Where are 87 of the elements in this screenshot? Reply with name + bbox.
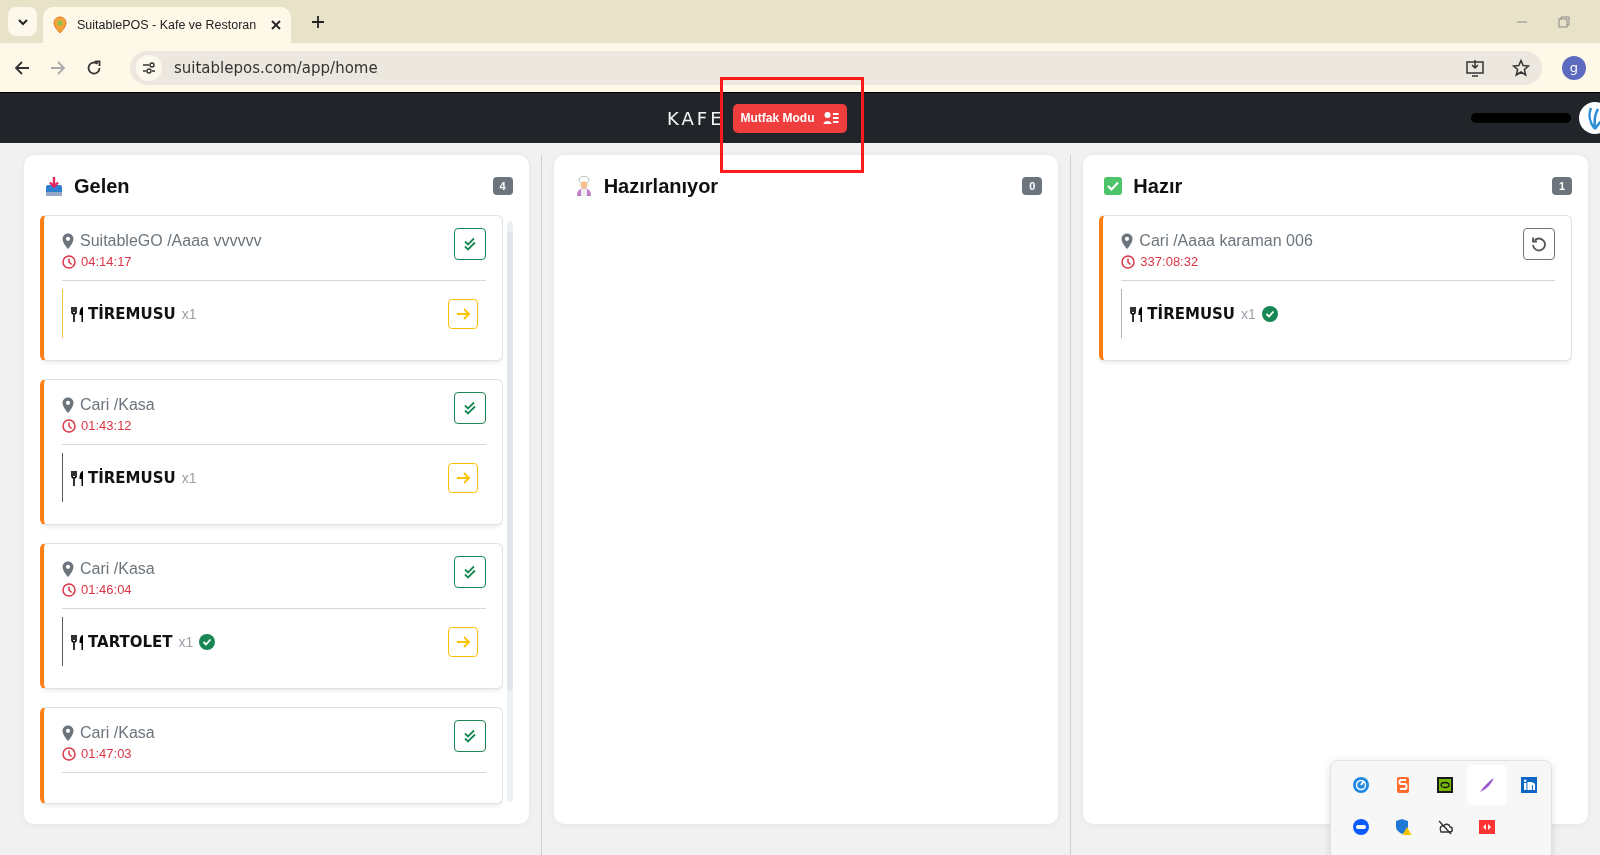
confirm-order-button[interactable] bbox=[453, 720, 486, 752]
gauge-icon bbox=[1352, 776, 1370, 794]
arrow-right-icon bbox=[455, 306, 470, 321]
kitchen-mode-button[interactable]: Mutfak Modu bbox=[732, 103, 847, 133]
forward-arrow-icon bbox=[50, 59, 66, 76]
count-badge: 1 bbox=[1551, 177, 1572, 195]
cutlery-icon bbox=[1130, 305, 1144, 322]
back-arrow-icon bbox=[14, 59, 30, 76]
arrow-right-icon bbox=[455, 634, 470, 649]
star-icon bbox=[1512, 58, 1530, 77]
count-badge: 4 bbox=[492, 177, 513, 195]
elapsed-time: 337:08:32 bbox=[1140, 254, 1199, 269]
s-logo-icon bbox=[1394, 776, 1412, 794]
site-settings-button[interactable] bbox=[136, 54, 162, 81]
location-pin-icon bbox=[62, 561, 74, 577]
item-quantity: x1 bbox=[178, 633, 194, 650]
column-title: Gelen bbox=[74, 174, 130, 198]
cutlery-icon bbox=[71, 633, 84, 650]
item-name: TİREMUSU bbox=[1147, 304, 1236, 323]
tab-list-button[interactable] bbox=[8, 7, 37, 36]
arrow-right-icon bbox=[455, 470, 470, 485]
order-location: Cari /Aaaa karaman 006 bbox=[1139, 232, 1313, 250]
location-pin-icon bbox=[62, 725, 74, 741]
item-quantity: x1 bbox=[1241, 305, 1256, 322]
order-location: Cari /Kasa bbox=[80, 560, 155, 578]
double-check-icon bbox=[462, 565, 477, 579]
url-text: suitablepos.com/app/home bbox=[174, 58, 379, 77]
feather-icon bbox=[1478, 776, 1496, 794]
monitor-download-icon bbox=[1466, 58, 1484, 77]
close-icon bbox=[271, 20, 281, 30]
double-check-icon bbox=[462, 729, 477, 743]
item-name: TİREMUSU bbox=[88, 304, 176, 323]
brand-title: KAFE bbox=[667, 107, 725, 129]
order-location: Cari /Kasa bbox=[80, 724, 155, 742]
new-tab-button[interactable] bbox=[311, 14, 325, 29]
confirm-order-button[interactable] bbox=[453, 392, 486, 424]
in-logo-icon bbox=[1520, 776, 1538, 794]
double-check-icon bbox=[462, 401, 477, 415]
clock-icon bbox=[62, 582, 76, 597]
item-name: TİREMUSU bbox=[88, 468, 176, 487]
close-tab-button[interactable] bbox=[271, 20, 281, 30]
column-title: Hazır bbox=[1133, 174, 1183, 198]
double-check-icon bbox=[462, 237, 477, 251]
item-quantity: x1 bbox=[181, 305, 197, 322]
elapsed-time: 01:43:12 bbox=[81, 418, 132, 433]
order-location: Cari /Kasa bbox=[80, 396, 155, 414]
clock-icon bbox=[62, 418, 76, 433]
reload-icon bbox=[86, 59, 102, 76]
inbox-tray-icon bbox=[44, 175, 64, 197]
location-pin-icon bbox=[1121, 233, 1134, 249]
column-title: Hazırlanıyor bbox=[603, 174, 719, 198]
cutlery-icon bbox=[71, 305, 84, 322]
install-app-button[interactable] bbox=[1466, 58, 1484, 77]
user-list-icon bbox=[822, 111, 839, 125]
confirm-order-button[interactable] bbox=[453, 556, 486, 588]
restore-icon bbox=[1558, 15, 1570, 28]
checkbox-icon bbox=[1103, 175, 1124, 197]
shield-warning-icon bbox=[1394, 818, 1412, 836]
cutlery-icon bbox=[71, 469, 84, 486]
cloud-off-icon bbox=[1436, 818, 1454, 836]
elapsed-time: 01:47:03 bbox=[81, 746, 132, 761]
address-bar[interactable]: suitablepos.com/app/home bbox=[130, 50, 1542, 85]
item-name: TARTOLET bbox=[88, 632, 173, 651]
undo-icon bbox=[1531, 236, 1547, 252]
bookmark-button[interactable] bbox=[1512, 58, 1530, 77]
elapsed-time: 01:46:04 bbox=[81, 582, 132, 597]
pin-icon bbox=[53, 16, 67, 34]
tab-title: SuitablePOS - Kafe ve Restoran bbox=[77, 18, 258, 32]
location-pin-icon bbox=[62, 233, 74, 249]
profile-avatar[interactable]: g bbox=[1562, 55, 1586, 80]
reload-button[interactable] bbox=[86, 59, 102, 76]
order-location: SuitableGO /Aaaa vvvvvv bbox=[80, 232, 262, 250]
elapsed-time: 04:14:17 bbox=[81, 254, 132, 269]
back-button[interactable] bbox=[14, 59, 30, 76]
item-quantity: x1 bbox=[181, 469, 197, 486]
undo-button[interactable] bbox=[1523, 228, 1555, 260]
browser-tab[interactable]: SuitablePOS - Kafe ve Restoran bbox=[43, 7, 291, 43]
scrollbar[interactable] bbox=[506, 221, 513, 802]
clock-icon bbox=[62, 746, 76, 761]
sliders-icon bbox=[142, 60, 156, 75]
clock-icon bbox=[1121, 254, 1136, 269]
clock-icon bbox=[62, 254, 76, 269]
confirm-order-button[interactable] bbox=[453, 228, 486, 260]
arrows-logo-icon bbox=[1478, 818, 1496, 836]
count-badge: 0 bbox=[1022, 177, 1043, 195]
plus-icon bbox=[311, 14, 325, 29]
location-pin-icon bbox=[62, 397, 74, 413]
